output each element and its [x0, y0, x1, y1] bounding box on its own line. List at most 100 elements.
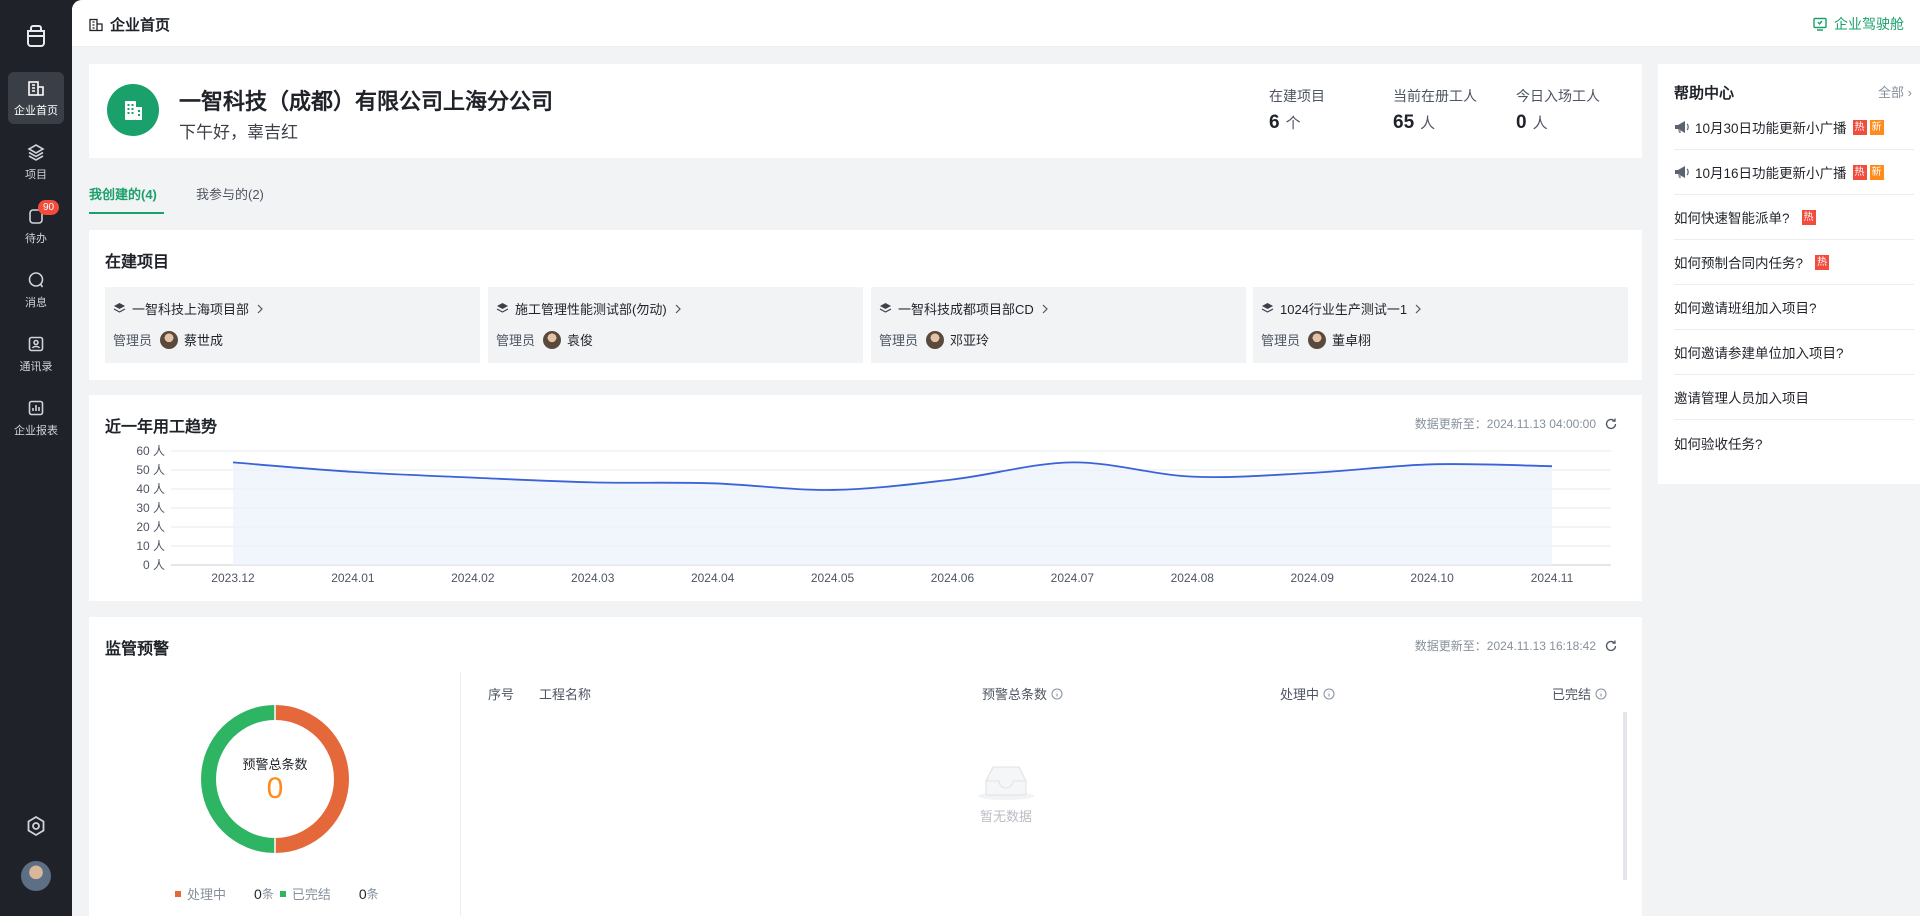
stat-label: 当前在册工人	[1393, 88, 1477, 104]
trend-chart: 0 人 10 人 20 人 30 人 40 人 50 人 60 人 2023.12 2024.0…	[136, 444, 1611, 585]
help-item[interactable]: 10月16日功能更新小广播 热新	[1674, 150, 1914, 195]
sidebar: 企业首页 项目 90 待办 消息 通讯录 企业报表	[0, 0, 72, 916]
project-tile[interactable]: 一智科技成都项目部CD 管理员 邓亚玲	[871, 287, 1246, 363]
avatar	[1308, 330, 1327, 349]
legend-label: 处理中	[187, 887, 227, 902]
layers-icon	[496, 303, 509, 313]
chevron-right-icon	[675, 304, 681, 313]
trend-card: 近一年用工趋势 数据更新至：2024.11.13 04:00:00 0 人 10 …	[89, 395, 1642, 601]
donut-total: 0	[266, 772, 284, 805]
column-label: 工程名称	[539, 687, 592, 702]
help-center: 帮助中心 全部 › 10月30日功能更新小广播 热新 10月16日功能更新小广播…	[1658, 64, 1920, 484]
projects-card: 在建项目 一智科技上海项目部 管理员 蔡世成 施工管理性能测试部(勿动) 管理员 袁…	[89, 230, 1642, 380]
legend-unit: 条	[366, 887, 379, 901]
section-title: 监管预警	[105, 641, 170, 658]
update-time: 数据更新至：2024.11.13 16:18:42	[1415, 637, 1618, 654]
breadcrumb: 企业首页	[88, 14, 170, 35]
stat-registered-workers: 当前在册工人 65 人	[1393, 86, 1477, 134]
donut-legend: 处理中 0 条 已完结 0 条	[175, 884, 385, 903]
megaphone-icon	[1675, 121, 1689, 133]
refresh-icon[interactable]	[1604, 639, 1618, 653]
stat-unit: 个	[1285, 115, 1301, 132]
help-item[interactable]: 如何邀请参建单位加入项目?	[1674, 330, 1914, 375]
sidebar-item-reports[interactable]: 企业报表	[8, 392, 64, 444]
legend-count: 0	[358, 885, 367, 902]
avatar	[926, 330, 945, 349]
y-tick-label: 30 人	[136, 501, 165, 515]
tab-created[interactable]: 我创建的(4)	[89, 184, 157, 203]
help-item[interactable]: 如何验收任务?	[1674, 420, 1914, 465]
project-name: 一智科技上海项目部	[132, 302, 250, 317]
info-icon[interactable]	[1051, 688, 1063, 700]
legend-dot	[279, 890, 286, 897]
company-building-icon	[125, 101, 142, 120]
legend-dot	[175, 890, 181, 897]
x-tick-label: 2024.02	[451, 571, 495, 585]
main-area: 企业首页 企业驾驶舱 一智科技（成都）有限公司上海分公司 下午好，辜吉红 在建项…	[72, 0, 1920, 916]
x-tick-label: 2023.12	[211, 571, 255, 585]
sidebar-item-projects[interactable]: 项目	[8, 136, 64, 188]
column-label: 预警总条数	[982, 687, 1048, 702]
project-tile[interactable]: 施工管理性能测试部(勿动) 管理员 袁俊	[488, 287, 863, 363]
help-item[interactable]: 如何快速智能派单? 热	[1674, 195, 1914, 240]
sidebar-item-label: 待办	[25, 233, 47, 245]
sidebar-item-messages[interactable]: 消息	[8, 264, 64, 316]
stat-value: 65	[1393, 112, 1415, 133]
sidebar-item-home[interactable]: 企业首页	[8, 72, 64, 124]
project-tile[interactable]: 一智科技上海项目部 管理员 蔡世成	[105, 287, 480, 363]
info-icon[interactable]	[1595, 688, 1607, 700]
help-item[interactable]: 如何预制合同内任务? 热	[1674, 240, 1914, 285]
contacts-icon	[28, 336, 44, 352]
help-all-link[interactable]: 全部 ›	[1878, 82, 1912, 101]
sidebar-item-label: 通讯录	[19, 361, 53, 373]
help-item[interactable]: 邀请管理人员加入项目	[1674, 375, 1914, 420]
column-label: 处理中	[1280, 687, 1320, 702]
y-tick-label: 10 人	[136, 539, 165, 553]
page-title: 企业首页	[110, 17, 171, 34]
monitor-icon	[1813, 17, 1827, 31]
trend-area	[233, 462, 1552, 565]
y-tick-label: 40 人	[136, 482, 165, 496]
x-tick-label: 2024.10	[1410, 571, 1454, 585]
help-item[interactable]: 10月30日功能更新小广播 热新	[1674, 105, 1914, 150]
company-name: 一智科技（成都）有限公司上海分公司	[179, 89, 554, 114]
avatar	[543, 330, 562, 349]
sidebar-item-contacts[interactable]: 通讯录	[8, 328, 64, 380]
cockpit-link[interactable]: 企业驾驶舱	[1812, 14, 1904, 34]
stat-value: 6	[1269, 112, 1280, 133]
sidebar-item-todo[interactable]: 90 待办	[8, 200, 64, 252]
column-header-processing: 处理中	[1280, 684, 1335, 703]
x-tick-label: 2024.04	[691, 571, 735, 585]
help-item-text: 如何验收任务?	[1674, 436, 1763, 452]
chevron-right-icon	[257, 304, 263, 313]
settings-icon[interactable]	[24, 814, 48, 838]
hot-tag: 热	[1801, 209, 1816, 225]
x-tick-label: 2024.11	[1531, 571, 1574, 585]
layers-icon	[113, 303, 126, 313]
project-name: 施工管理性能测试部(勿动)	[515, 302, 667, 317]
stat-label: 在建项目	[1269, 88, 1325, 104]
hot-tag: 热	[1815, 254, 1830, 270]
help-item-text: 10月16日功能更新小广播	[1695, 166, 1847, 181]
greeting: 下午好，辜吉红	[179, 123, 298, 142]
stat-label: 今日入场工人	[1516, 88, 1600, 104]
user-avatar[interactable]	[21, 861, 51, 891]
chevron-right-icon	[1042, 304, 1048, 313]
column-label: 序号	[488, 687, 515, 702]
sidebar-item-label: 项目	[25, 169, 47, 181]
layers-icon	[879, 303, 892, 313]
info-icon[interactable]	[1323, 688, 1335, 700]
project-tile[interactable]: 1024行业生产测试一1 管理员 董卓栩	[1253, 287, 1628, 363]
report-icon	[28, 400, 44, 416]
all-label: 全部	[1878, 85, 1905, 100]
tab-participated[interactable]: 我参与的(2)	[196, 184, 264, 203]
y-tick-label: 20 人	[136, 520, 165, 534]
column-header-project: 工程名称	[539, 684, 591, 703]
logo-icon[interactable]	[22, 22, 50, 50]
manager-label: 管理员	[1261, 333, 1301, 348]
empty-inbox-icon	[978, 766, 1034, 800]
help-item[interactable]: 如何邀请班组加入项目?	[1674, 285, 1914, 330]
table-scrollbar[interactable]	[1623, 712, 1627, 880]
donut-area: 预警总条数 0 处理中 0 条 已完结 0 条	[89, 672, 461, 916]
x-tick-label: 2024.05	[811, 571, 855, 585]
